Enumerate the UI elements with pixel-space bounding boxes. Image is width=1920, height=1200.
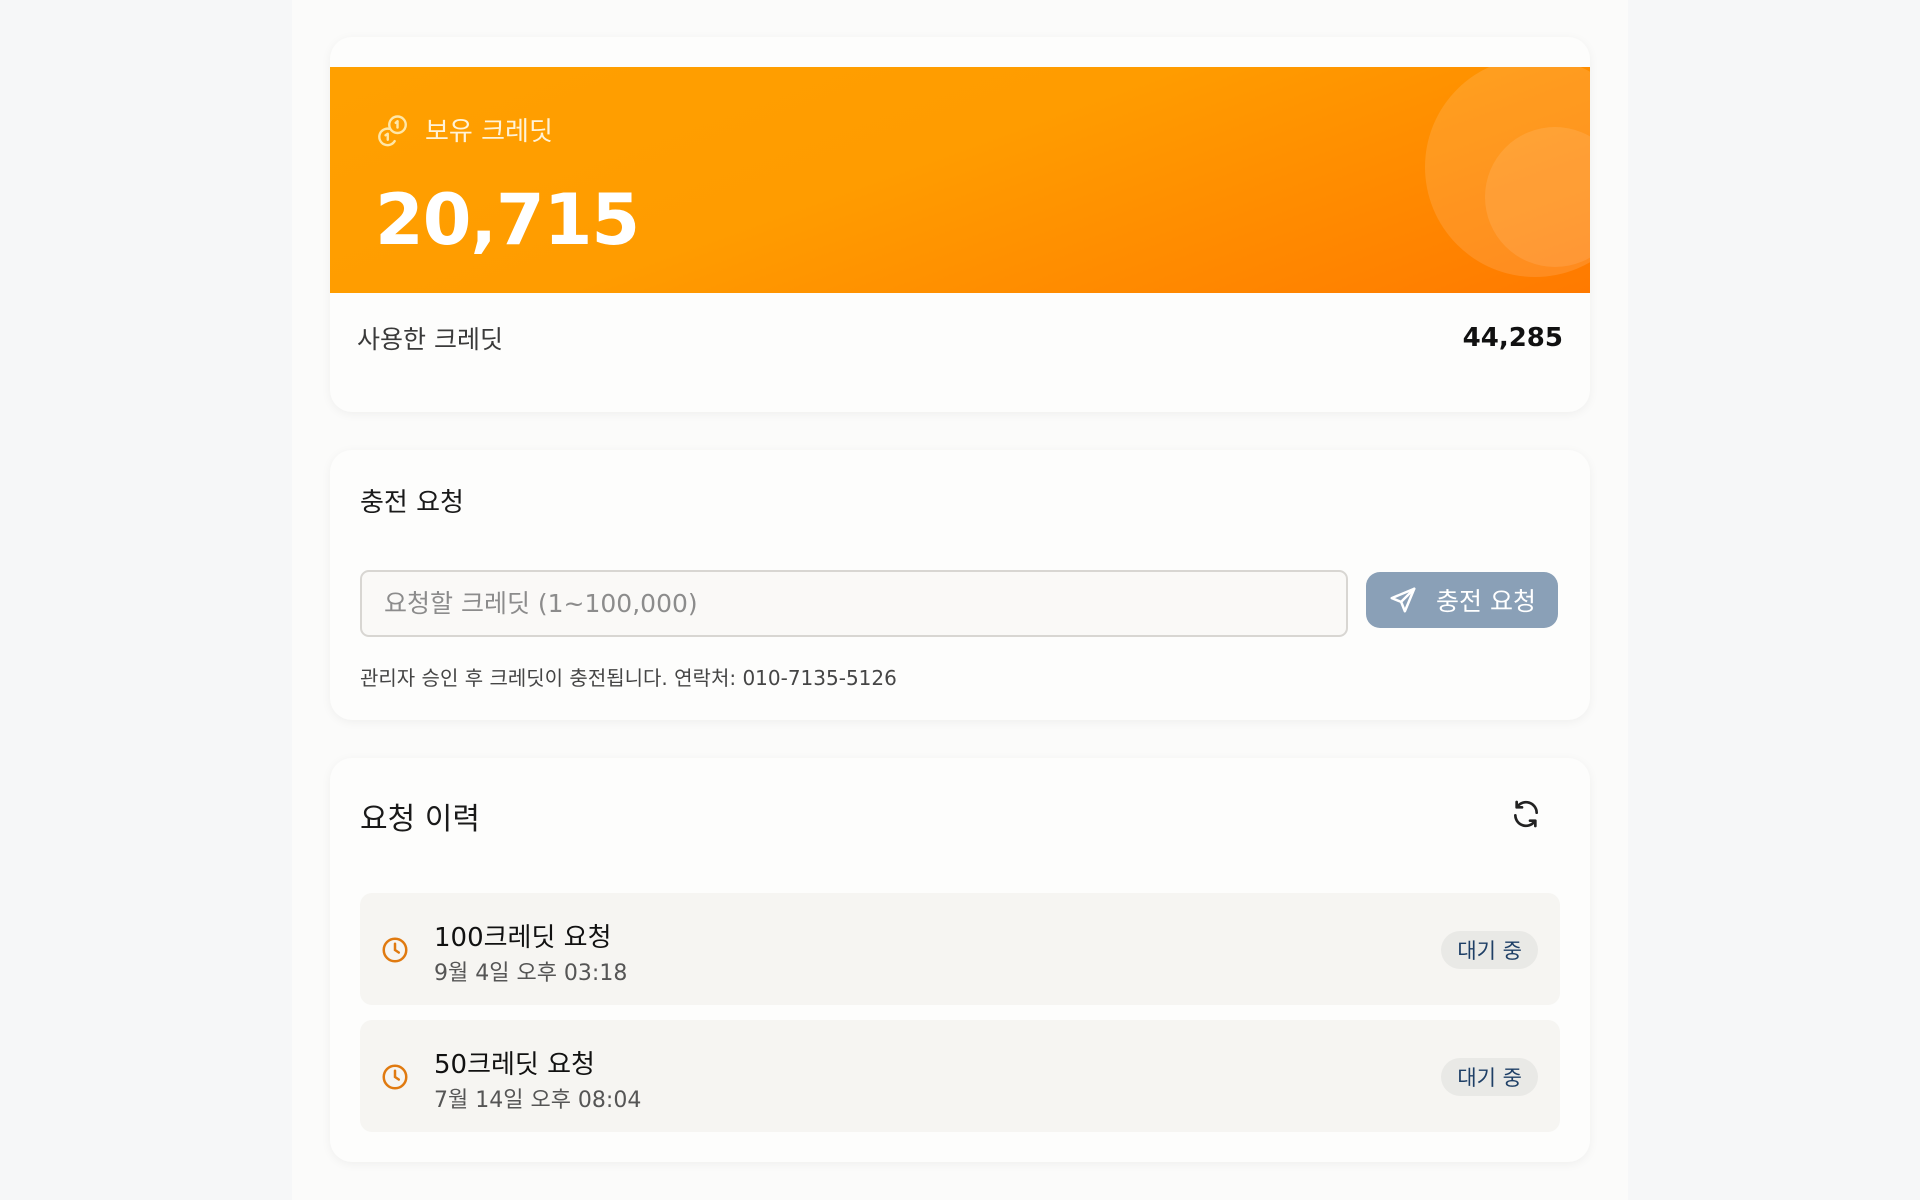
request-history-card: 요청 이력 100크레딧 요청 9월 4일 오후 03:18 대기 중 50크레… [330, 758, 1590, 1162]
coins-icon [378, 114, 407, 146]
credit-label-row: 보유 크레딧 [375, 111, 553, 148]
used-credit-row: 사용한 크레딧 44,285 [357, 320, 1563, 356]
charge-request-button-label: 충전 요청 [1436, 587, 1536, 616]
used-credit-value: 44,285 [1462, 323, 1563, 353]
history-item-date: 9월 4일 오후 03:18 [434, 961, 628, 986]
credit-hero-banner: 보유 크레딧 20,715 [330, 67, 1590, 293]
charge-note: 관리자 승인 후 크레딧이 충전됩니다. 연락처: 010-7135-5126 [360, 666, 897, 690]
clock-icon [382, 937, 408, 963]
credit-balance-card: 보유 크레딧 20,715 사용한 크레딧 44,285 [330, 37, 1590, 412]
charge-request-card: 충전 요청 충전 요청 관리자 승인 후 크레딧이 충전됩니다. 연락처: 01… [330, 450, 1590, 720]
credit-balance-value: 20,715 [375, 179, 640, 261]
history-item-date: 7월 14일 오후 08:04 [434, 1088, 642, 1113]
history-list-item[interactable]: 50크레딧 요청 7월 14일 오후 08:04 대기 중 [360, 1020, 1560, 1132]
credit-amount-input[interactable] [360, 570, 1348, 637]
charge-request-button[interactable]: 충전 요청 [1366, 572, 1558, 628]
refresh-icon[interactable] [1510, 798, 1542, 830]
send-icon [1390, 587, 1416, 613]
status-badge: 대기 중 [1441, 1058, 1538, 1096]
charge-request-title: 충전 요청 [360, 488, 464, 518]
history-list-item[interactable]: 100크레딧 요청 9월 4일 오후 03:18 대기 중 [360, 893, 1560, 1005]
used-credit-label: 사용한 크레딧 [357, 325, 503, 354]
credit-balance-label: 보유 크레딧 [425, 117, 553, 147]
history-item-title: 100크레딧 요청 [434, 923, 612, 953]
history-item-title: 50크레딧 요청 [434, 1050, 595, 1080]
request-history-title: 요청 이력 [360, 802, 480, 837]
clock-icon [382, 1064, 408, 1090]
status-badge: 대기 중 [1441, 931, 1538, 969]
